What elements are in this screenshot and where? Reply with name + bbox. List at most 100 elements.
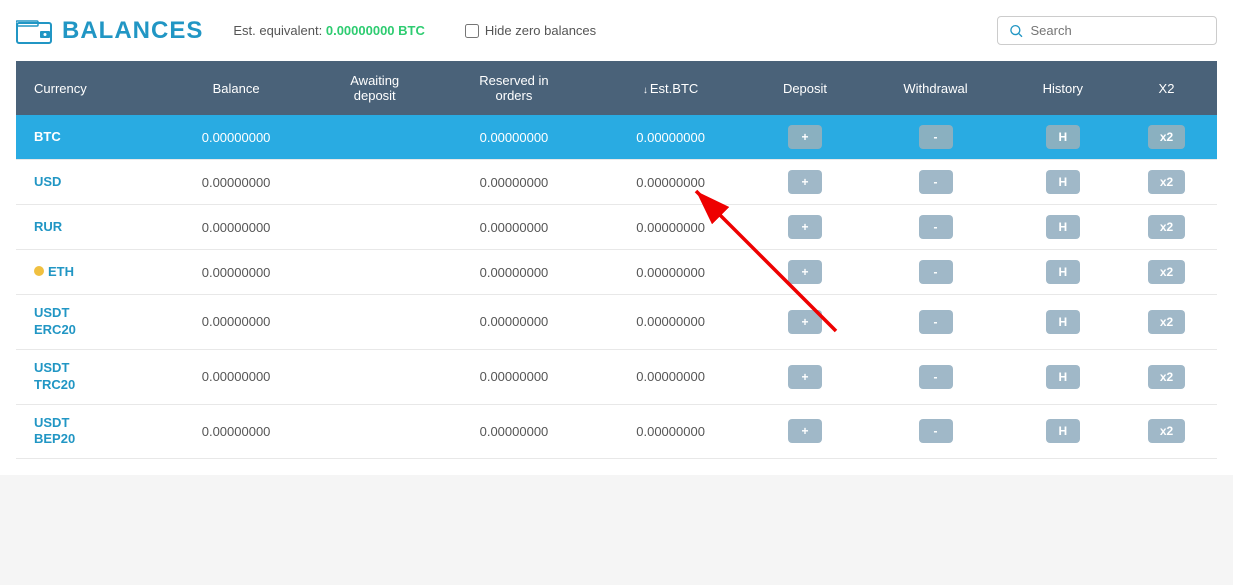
reserved-cell: 0.00000000 — [435, 205, 592, 250]
history-button[interactable]: H — [1046, 170, 1080, 194]
reserved-cell: 0.00000000 — [435, 295, 592, 350]
col-deposit: Deposit — [749, 61, 862, 115]
x2-button[interactable]: x2 — [1148, 125, 1185, 149]
table-wrapper: ⚙ Currency Balance Awaitingdeposit Reser… — [16, 61, 1217, 459]
withdrawal-cell: - — [861, 404, 1009, 459]
history-button[interactable]: H — [1046, 310, 1080, 334]
balance-cell: 0.00000000 — [158, 115, 314, 160]
col-reserved: Reserved inorders — [435, 61, 592, 115]
deposit-cell: + — [749, 295, 862, 350]
hide-zero-label: Hide zero balances — [485, 23, 596, 38]
x2-button[interactable]: x2 — [1148, 170, 1185, 194]
eth-dot-icon — [34, 266, 44, 276]
history-button[interactable]: H — [1046, 260, 1080, 284]
deposit-button[interactable]: + — [788, 419, 822, 443]
x2-button[interactable]: x2 — [1148, 365, 1185, 389]
currency-cell: ETH — [16, 250, 158, 295]
withdrawal-button[interactable]: - — [919, 365, 953, 389]
page-title: BALANCES — [62, 17, 203, 45]
currency-cell: USDTBEP20 — [16, 404, 158, 459]
x2-cell: x2 — [1116, 250, 1217, 295]
balance-cell: 0.00000000 — [158, 404, 314, 459]
page-container: BALANCES Est. equivalent: 0.00000000 BTC… — [0, 0, 1233, 475]
withdrawal-cell: - — [861, 295, 1009, 350]
awaiting-cell — [314, 404, 435, 459]
balance-cell: 0.00000000 — [158, 349, 314, 404]
history-cell: H — [1010, 295, 1116, 350]
table-row: RUR0.000000000.000000000.00000000+-Hx2 — [16, 205, 1217, 250]
table-row: USDTTRC200.000000000.000000000.00000000+… — [16, 349, 1217, 404]
reserved-cell: 0.00000000 — [435, 250, 592, 295]
withdrawal-button[interactable]: - — [919, 170, 953, 194]
x2-button[interactable]: x2 — [1148, 310, 1185, 334]
estbtc-cell: 0.00000000 — [593, 404, 749, 459]
currency-cell: USD — [16, 160, 158, 205]
est-value: 0.00000000 BTC — [326, 23, 425, 38]
balance-cell: 0.00000000 — [158, 295, 314, 350]
balance-cell: 0.00000000 — [158, 160, 314, 205]
reserved-cell: 0.00000000 — [435, 349, 592, 404]
withdrawal-cell: - — [861, 115, 1009, 160]
x2-cell: x2 — [1116, 205, 1217, 250]
col-awaiting: Awaitingdeposit — [314, 61, 435, 115]
withdrawal-button[interactable]: - — [919, 310, 953, 334]
deposit-button[interactable]: + — [788, 365, 822, 389]
col-balance: Balance — [158, 61, 314, 115]
estbtc-cell: 0.00000000 — [593, 115, 749, 160]
x2-button[interactable]: x2 — [1148, 215, 1185, 239]
table-row: USDTERC200.000000000.000000000.00000000+… — [16, 295, 1217, 350]
x2-button[interactable]: x2 — [1148, 419, 1185, 443]
col-withdrawal: Withdrawal — [861, 61, 1009, 115]
withdrawal-cell: - — [861, 160, 1009, 205]
table-row: USDTBEP200.000000000.000000000.00000000+… — [16, 404, 1217, 459]
deposit-button[interactable]: + — [788, 125, 822, 149]
awaiting-cell — [314, 349, 435, 404]
history-button[interactable]: H — [1046, 365, 1080, 389]
withdrawal-button[interactable]: - — [919, 419, 953, 443]
title-group: BALANCES — [16, 17, 203, 45]
est-label: Est. equivalent: 0.00000000 BTC — [233, 23, 425, 38]
deposit-cell: + — [749, 160, 862, 205]
search-input[interactable] — [1031, 23, 1204, 38]
withdrawal-button[interactable]: - — [919, 215, 953, 239]
deposit-button[interactable]: + — [788, 215, 822, 239]
currency-cell: USDTTRC20 — [16, 349, 158, 404]
balance-cell: 0.00000000 — [158, 250, 314, 295]
x2-cell: x2 — [1116, 160, 1217, 205]
x2-cell: x2 — [1116, 115, 1217, 160]
x2-button[interactable]: x2 — [1148, 260, 1185, 284]
awaiting-cell — [314, 160, 435, 205]
history-cell: H — [1010, 115, 1116, 160]
deposit-button[interactable]: + — [788, 260, 822, 284]
currency-cell: USDTERC20 — [16, 295, 158, 350]
history-button[interactable]: H — [1046, 419, 1080, 443]
deposit-button[interactable]: + — [788, 310, 822, 334]
deposit-button[interactable]: + — [788, 170, 822, 194]
estbtc-cell: 0.00000000 — [593, 295, 749, 350]
deposit-cell: + — [749, 349, 862, 404]
awaiting-cell — [314, 205, 435, 250]
withdrawal-button[interactable]: - — [919, 260, 953, 284]
awaiting-cell — [314, 250, 435, 295]
history-cell: H — [1010, 404, 1116, 459]
header: BALANCES Est. equivalent: 0.00000000 BTC… — [16, 16, 1217, 45]
withdrawal-button[interactable]: - — [919, 125, 953, 149]
awaiting-cell — [314, 115, 435, 160]
withdrawal-cell: - — [861, 349, 1009, 404]
reserved-cell: 0.00000000 — [435, 404, 592, 459]
wallet-icon — [16, 17, 52, 45]
x2-cell: x2 — [1116, 349, 1217, 404]
hide-zero-checkbox[interactable] — [465, 24, 479, 38]
history-cell: H — [1010, 160, 1116, 205]
history-button[interactable]: H — [1046, 215, 1080, 239]
col-x2: X2 — [1116, 61, 1217, 115]
col-estbtc[interactable]: ↓Est.BTC — [593, 61, 749, 115]
deposit-cell: + — [749, 404, 862, 459]
estbtc-cell: 0.00000000 — [593, 349, 749, 404]
history-button[interactable]: H — [1046, 125, 1080, 149]
reserved-cell: 0.00000000 — [435, 115, 592, 160]
x2-cell: x2 — [1116, 404, 1217, 459]
balance-cell: 0.00000000 — [158, 205, 314, 250]
estbtc-cell: 0.00000000 — [593, 250, 749, 295]
search-box — [997, 16, 1217, 45]
